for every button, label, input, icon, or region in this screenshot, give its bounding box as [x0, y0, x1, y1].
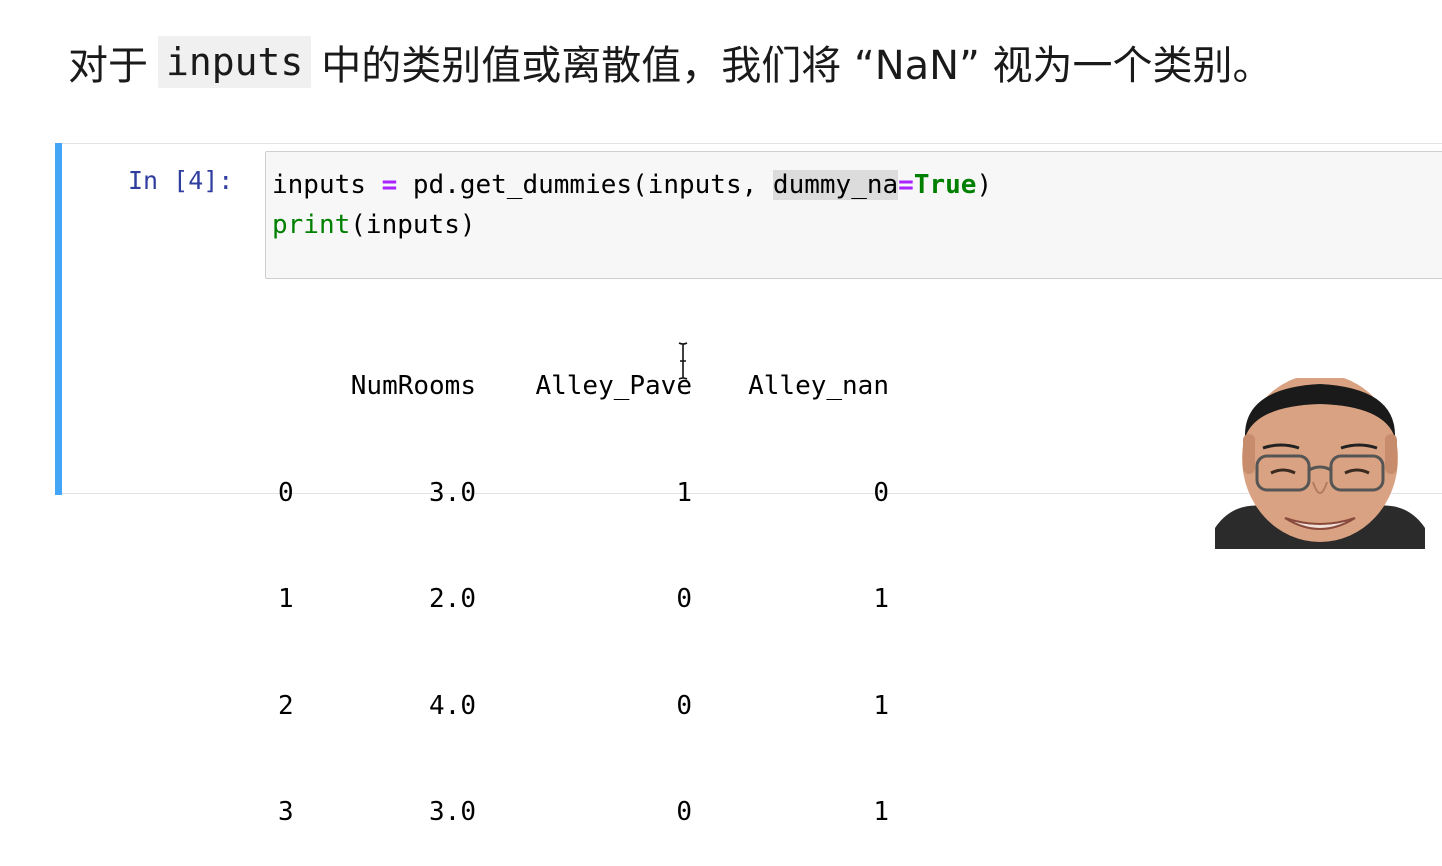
output-cell: 1 [873, 584, 889, 614]
output-row: 2 4.0 0 1 [278, 689, 889, 725]
code-token: ) [976, 170, 993, 200]
heading-prefix: 对于 [68, 43, 148, 89]
output-header-cell [278, 369, 333, 405]
heading-inline-code: inputs [158, 36, 312, 88]
cell-selection-bar [55, 143, 62, 495]
code-builtin: print [272, 210, 351, 240]
output-header-cell: NumRooms [350, 371, 476, 401]
output-row: 3 3.0 0 1 [278, 795, 889, 831]
code-token: inputs [272, 170, 382, 200]
output-cell: 1 [676, 477, 692, 508]
code-line-2: print(inputs) [272, 205, 476, 245]
code-line-1: inputs = pd.get_dummies(inputs, dummy_na… [272, 165, 992, 205]
output-cell: 0 [676, 690, 692, 721]
code-operator: = [898, 170, 914, 200]
output-cell: 1 [873, 690, 889, 721]
code-token: pd.get_dummies(inputs, [397, 170, 773, 200]
output-index: 1 [278, 584, 294, 614]
output-header-row: NumRooms Alley_Pave Alley_nan [278, 369, 889, 405]
output-header-cell: Alley_Pave [535, 371, 692, 401]
cell-output: NumRooms Alley_Pave Alley_nan 0 3.0 1 0 … [278, 298, 889, 866]
code-keyword: True [913, 170, 977, 200]
code-token: (inputs) [350, 210, 476, 240]
text-cursor-icon [678, 342, 688, 380]
presenter-avatar [1215, 378, 1425, 549]
output-cell: 2.0 [429, 584, 476, 614]
heading-suffix: 中的类别值或离散值，我们将 “NaN” 视为一个类别。 [321, 43, 1273, 89]
cell-prompt: In [4]: [128, 166, 234, 195]
output-cell: 3.0 [429, 797, 476, 827]
code-operator: = [381, 170, 398, 200]
output-cell: 3.0 [429, 477, 476, 508]
output-header-cell: Alley_nan [748, 371, 889, 401]
output-index: 2 [278, 690, 294, 721]
output-cell: 4.0 [429, 690, 476, 721]
code-highlighted-arg: dummy_na [772, 170, 899, 200]
output-row: 1 2.0 0 1 [278, 582, 889, 618]
output-cell: 0 [676, 584, 692, 614]
output-index: 0 [278, 477, 294, 508]
output-index: 3 [278, 797, 294, 827]
output-row: 0 3.0 1 0 [278, 476, 889, 512]
output-cell: 0 [873, 477, 889, 508]
output-cell: 1 [873, 797, 889, 827]
output-cell: 0 [676, 797, 692, 827]
slide-heading: 对于 inputs 中的类别值或离散值，我们将 “NaN” 视为一个类别。 [68, 30, 1273, 94]
